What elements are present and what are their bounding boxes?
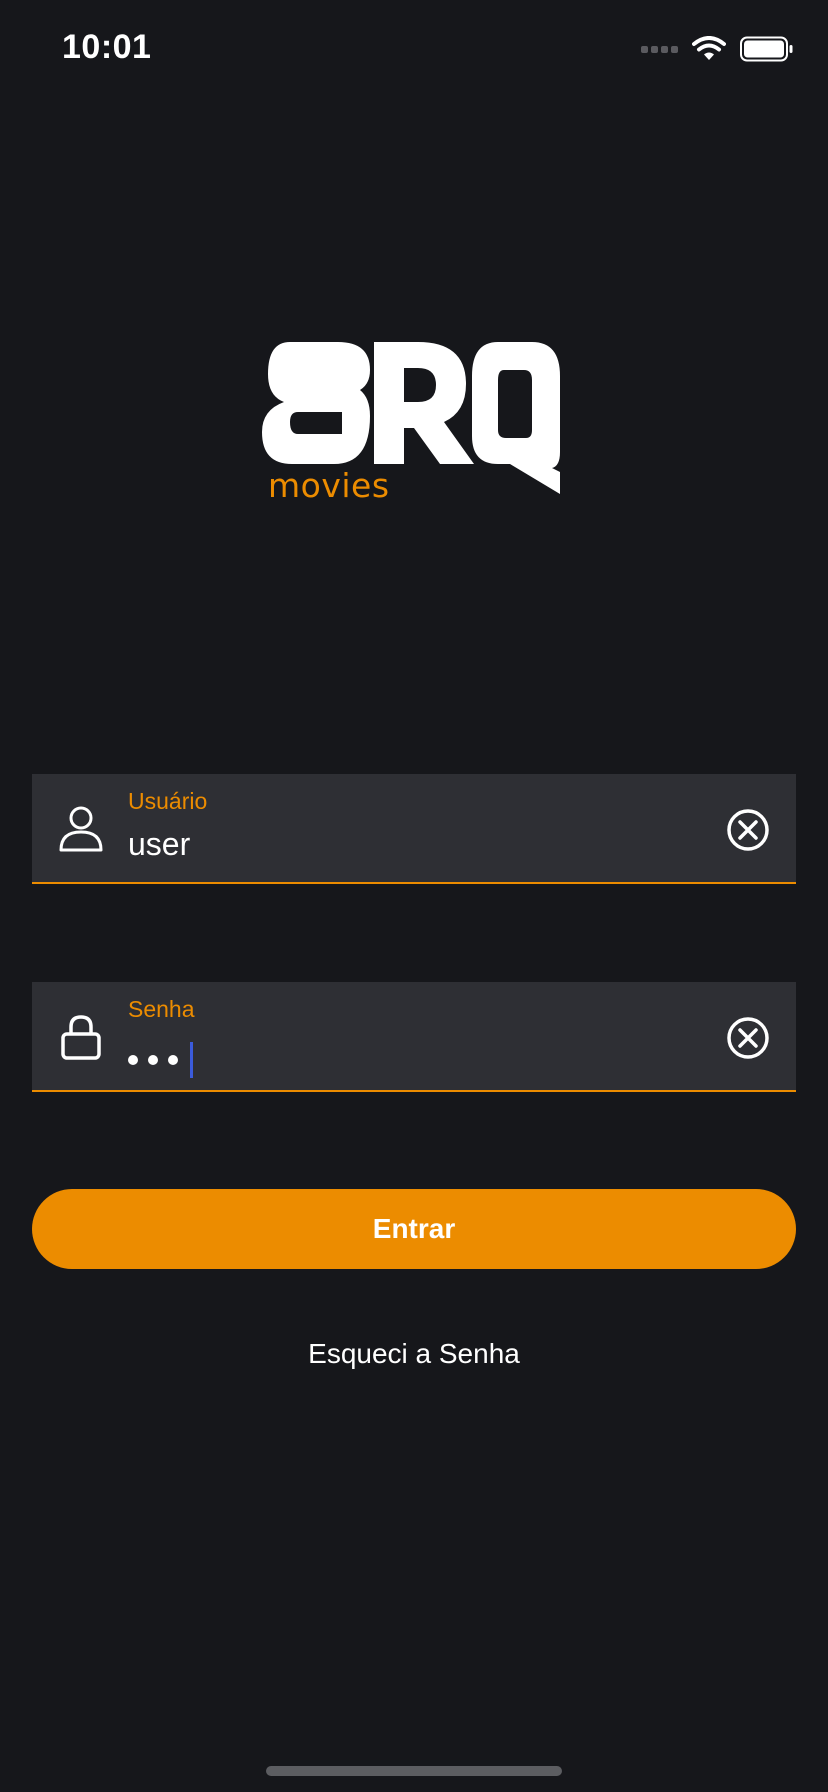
clear-username-icon[interactable] <box>726 808 770 852</box>
password-dot <box>148 1055 158 1065</box>
password-dot <box>128 1055 138 1065</box>
lock-icon <box>61 1015 101 1060</box>
forgot-password-link[interactable]: Esqueci a Senha <box>0 1338 828 1370</box>
logo-subtitle: movies <box>268 466 390 505</box>
user-icon <box>59 806 103 852</box>
password-input[interactable] <box>128 1042 193 1078</box>
username-input[interactable]: user <box>128 826 190 863</box>
password-field[interactable]: Senha <box>32 982 796 1092</box>
status-bar: 10:01 <box>0 0 828 100</box>
password-label: Senha <box>128 996 195 1022</box>
wifi-icon <box>692 36 726 60</box>
text-caret <box>190 1042 193 1078</box>
home-indicator[interactable] <box>266 1766 562 1776</box>
username-label: Usuário <box>128 788 208 814</box>
status-time: 10:01 <box>62 28 152 66</box>
login-button[interactable]: Entrar <box>32 1189 796 1269</box>
username-field[interactable]: Usuário user <box>32 774 796 884</box>
battery-icon <box>740 36 793 62</box>
clear-password-icon[interactable] <box>726 1016 770 1060</box>
password-dot <box>168 1055 178 1065</box>
cellular-icon <box>641 45 678 53</box>
status-icons <box>641 34 794 64</box>
